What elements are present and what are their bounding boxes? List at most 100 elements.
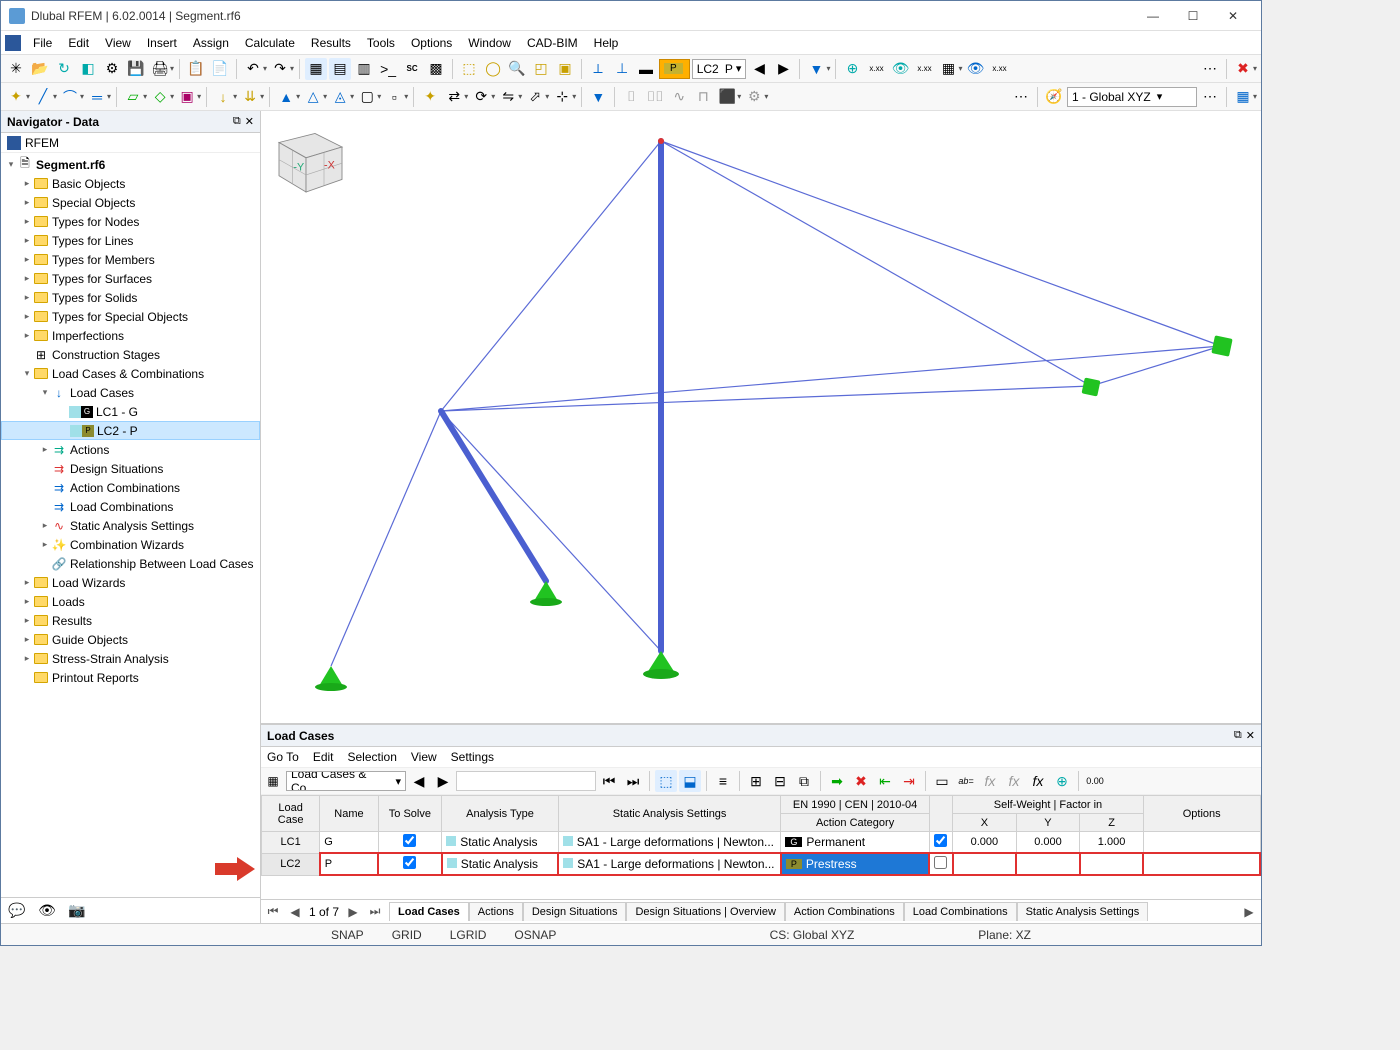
- save-icon[interactable]: 💾: [125, 58, 147, 80]
- print-icon[interactable]: 🖨: [149, 58, 171, 80]
- tree-lcc[interactable]: ▾Load Cases & Combinations: [1, 364, 260, 383]
- sc-icon[interactable]: SC: [401, 58, 423, 80]
- nav-root[interactable]: RFEM: [1, 133, 260, 153]
- block-icon[interactable]: ◧: [77, 58, 99, 80]
- th-analysis-type[interactable]: Analysis Type: [442, 796, 559, 832]
- eye2-icon[interactable]: 👁: [964, 58, 986, 80]
- tree-item[interactable]: Printout Reports: [1, 668, 260, 687]
- dropdown-icon[interactable]: ▾: [958, 64, 962, 73]
- status-lgrid[interactable]: LGRID: [444, 928, 493, 942]
- menu-assign[interactable]: Assign: [185, 33, 237, 53]
- menu-options[interactable]: Options: [403, 33, 460, 53]
- tree-item[interactable]: ⇉Action Combinations: [1, 478, 260, 497]
- tree-item[interactable]: ▸Results: [1, 611, 260, 630]
- status-grid[interactable]: GRID: [386, 928, 428, 942]
- sec2-icon[interactable]: ⌷⌷: [644, 86, 666, 108]
- insert-row-icon[interactable]: ⊞: [745, 770, 767, 792]
- dropdown-icon[interactable]: ▾: [826, 64, 830, 73]
- tab-load-cases[interactable]: Load Cases: [389, 902, 469, 921]
- menu-help[interactable]: Help: [586, 33, 627, 53]
- xxx3-icon[interactable]: x.xx: [988, 58, 1010, 80]
- maximize-button[interactable]: ☐: [1173, 2, 1213, 30]
- th-load-case[interactable]: Load Case: [262, 796, 320, 832]
- lc-menu-settings[interactable]: Settings: [451, 750, 494, 764]
- eye-icon[interactable]: 👁: [889, 58, 911, 80]
- lc-code[interactable]: LC2 P ▾: [692, 59, 747, 79]
- block2-icon[interactable]: ▩: [425, 58, 447, 80]
- th-options[interactable]: Options: [1143, 796, 1260, 832]
- cancel-calc-icon[interactable]: ✖: [1232, 58, 1254, 80]
- next-page-icon[interactable]: ▶: [345, 905, 361, 919]
- cs-icon[interactable]: 🧭: [1043, 86, 1065, 108]
- sec3-icon[interactable]: ∿: [668, 86, 690, 108]
- th-x[interactable]: X: [953, 814, 1017, 832]
- tree-item[interactable]: ▸Special Objects: [1, 193, 260, 212]
- menu-results[interactable]: Results: [303, 33, 359, 53]
- tree-item[interactable]: ⇉Load Combinations: [1, 497, 260, 516]
- dropdown-icon[interactable]: ▾: [170, 64, 174, 73]
- xxx1-icon[interactable]: x.xx: [865, 58, 887, 80]
- xxx2-icon[interactable]: x.xx: [913, 58, 935, 80]
- load2-icon[interactable]: ⇊: [239, 86, 261, 108]
- gear-icon[interactable]: ⚙: [101, 58, 123, 80]
- out-icon[interactable]: ⇥: [898, 770, 920, 792]
- go-prev-icon[interactable]: ⏮: [598, 770, 620, 792]
- tree-item[interactable]: ▸Types for Lines: [1, 231, 260, 250]
- tree-item[interactable]: ▸Load Wizards: [1, 573, 260, 592]
- next-icon[interactable]: ▶: [432, 770, 454, 792]
- load1-icon[interactable]: ↓: [212, 86, 234, 108]
- tree-item[interactable]: 🔗Relationship Between Load Cases: [1, 554, 260, 573]
- dim-icon[interactable]: ⟂: [587, 58, 609, 80]
- tree-lc2-selected[interactable]: P LC2 - P: [1, 421, 260, 440]
- lasso-icon[interactable]: ◯: [482, 58, 504, 80]
- tree-item[interactable]: ▸Types for Solids: [1, 288, 260, 307]
- menu-cadbim[interactable]: CAD-BIM: [519, 33, 586, 53]
- nav-close-icon[interactable]: ✕: [245, 115, 254, 128]
- lc-selector[interactable]: P: [659, 59, 690, 79]
- th-y[interactable]: Y: [1016, 814, 1080, 832]
- surf2-icon[interactable]: ◇: [149, 86, 171, 108]
- sup2-icon[interactable]: △: [302, 86, 324, 108]
- table1-icon[interactable]: ▦: [305, 58, 327, 80]
- sel1-icon[interactable]: ⬚: [655, 770, 677, 792]
- paste-icon[interactable]: 📄: [209, 58, 231, 80]
- tree-item[interactable]: ▸Types for Surfaces: [1, 269, 260, 288]
- minimize-button[interactable]: —: [1133, 2, 1173, 30]
- tree-item[interactable]: ▸∿Static Analysis Settings: [1, 516, 260, 535]
- dropdown-icon[interactable]: ▾: [1253, 64, 1257, 73]
- sw-checkbox[interactable]: [934, 856, 947, 869]
- close-button[interactable]: ✕: [1213, 2, 1253, 30]
- prev-lc-icon[interactable]: ◀: [748, 58, 770, 80]
- solve-checkbox[interactable]: [403, 834, 416, 847]
- sup4-icon[interactable]: ▢: [356, 86, 378, 108]
- grid-icon[interactable]: ▦: [937, 58, 959, 80]
- lc-menu-selection[interactable]: Selection: [348, 750, 397, 764]
- tree-lc1[interactable]: G LC1 - G: [1, 402, 260, 421]
- th-action-category[interactable]: Action Category: [781, 814, 929, 832]
- sel2-icon[interactable]: ⬓: [679, 770, 701, 792]
- undo-icon[interactable]: ↶: [242, 58, 264, 80]
- prev-page-icon[interactable]: ◀: [287, 905, 303, 919]
- surf1-icon[interactable]: ▱: [122, 86, 144, 108]
- dim2-icon[interactable]: ⊥: [611, 58, 633, 80]
- tree-project[interactable]: ▾🗎Segment.rf6: [1, 155, 260, 174]
- overflow2-icon[interactable]: ⋯: [1010, 86, 1032, 108]
- ab-icon[interactable]: ab=: [955, 770, 977, 792]
- tree-item[interactable]: ▸Types for Members: [1, 250, 260, 269]
- arc-icon[interactable]: ⌒: [59, 86, 81, 108]
- tree-item[interactable]: ▸Imperfections: [1, 326, 260, 345]
- refresh-icon[interactable]: ↻: [53, 58, 75, 80]
- sec4-icon[interactable]: ⊓: [692, 86, 714, 108]
- rot-icon[interactable]: ⟳: [470, 86, 492, 108]
- menu-view[interactable]: View: [97, 33, 139, 53]
- fx1-icon[interactable]: fx: [979, 770, 1001, 792]
- view1-icon[interactable]: ▭: [931, 770, 953, 792]
- sec1-icon[interactable]: ⌷: [620, 86, 642, 108]
- cube-icon[interactable]: ⬛: [716, 86, 738, 108]
- div-icon[interactable]: ⊹: [551, 86, 573, 108]
- star-icon[interactable]: ✦: [419, 86, 441, 108]
- delete-row-icon[interactable]: ⊟: [769, 770, 791, 792]
- pal-icon[interactable]: ▬: [635, 58, 657, 80]
- menu-calculate[interactable]: Calculate: [237, 33, 303, 53]
- menu-insert[interactable]: Insert: [139, 33, 185, 53]
